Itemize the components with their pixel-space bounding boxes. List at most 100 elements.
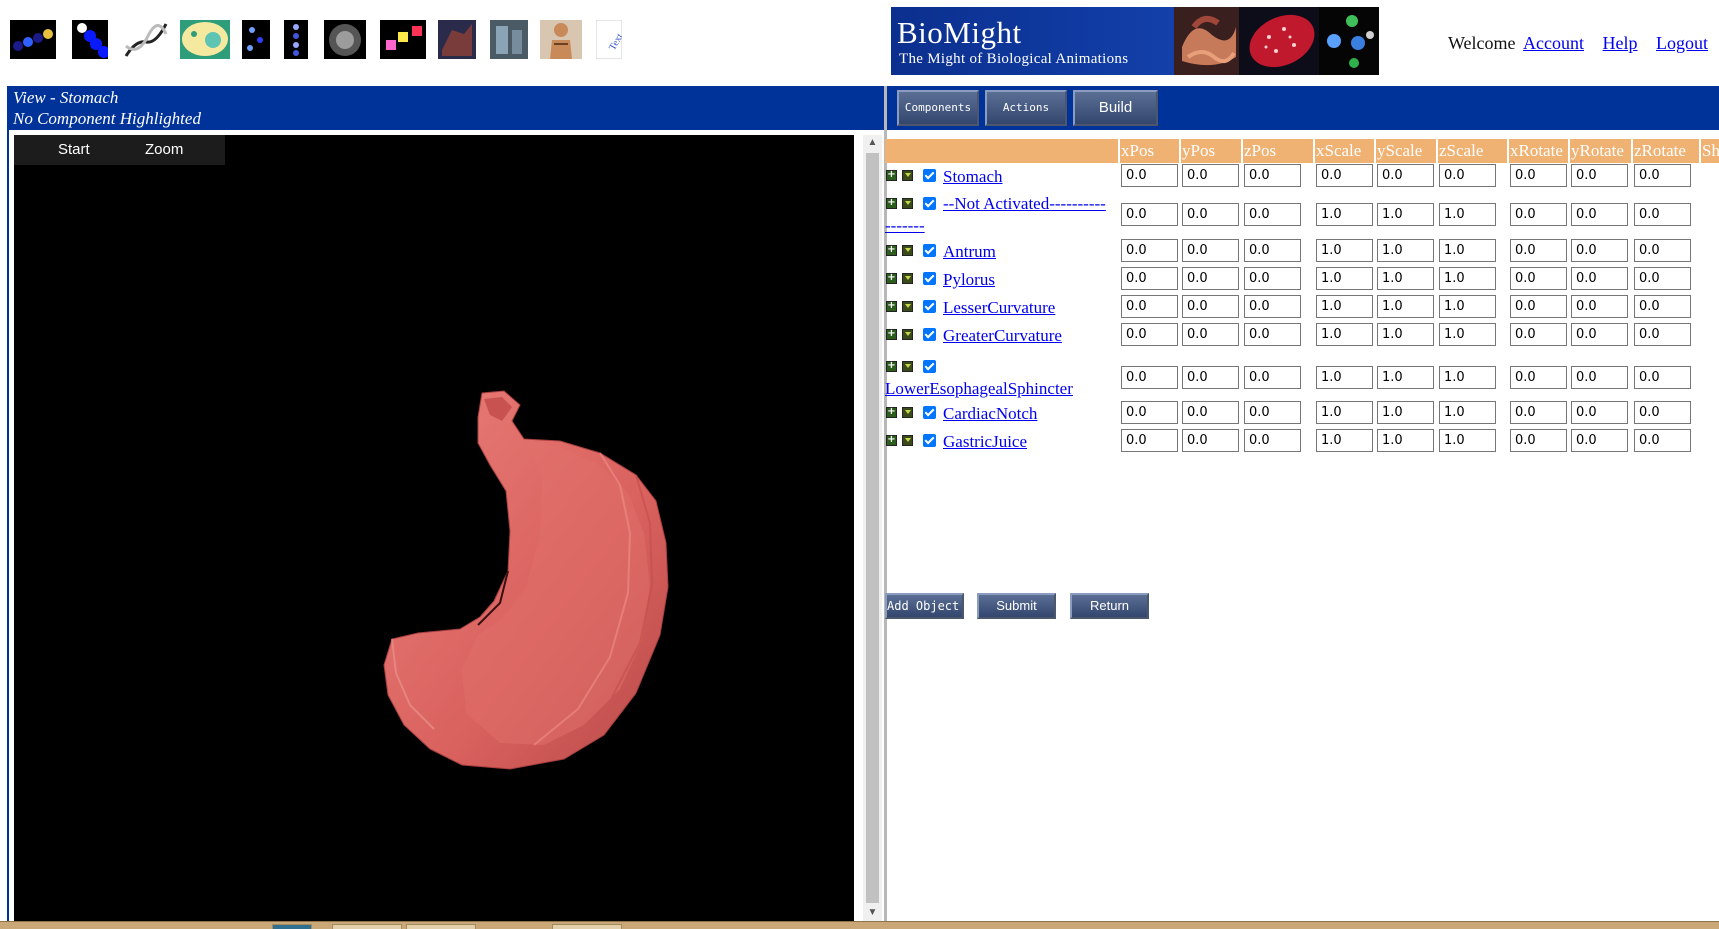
zoom-button[interactable]: Zoom — [145, 135, 183, 165]
value-input-zrotate[interactable]: 0.0 — [1634, 239, 1691, 262]
value-input-yscale[interactable]: 1.0 — [1377, 295, 1434, 318]
component-checkbox[interactable] — [923, 434, 936, 447]
value-input-zscale[interactable]: 1.0 — [1439, 366, 1496, 389]
start-button[interactable]: Start — [58, 135, 90, 165]
value-input-zpos[interactable]: 0.0 — [1244, 239, 1301, 262]
value-input-zpos[interactable]: 0.0 — [1244, 323, 1301, 346]
value-input-yrotate[interactable]: 0.0 — [1571, 429, 1628, 452]
component-checkbox[interactable] — [923, 406, 936, 419]
value-input-zrotate[interactable]: 0.0 — [1634, 203, 1691, 226]
value-input-xpos[interactable]: 0.0 — [1121, 203, 1178, 226]
value-input-yscale[interactable]: 0.0 — [1377, 164, 1434, 187]
scroll-down-arrow-icon[interactable]: ▼ — [863, 905, 882, 921]
value-input-zrotate[interactable]: 0.0 — [1634, 295, 1691, 318]
component-link-gastricjuice[interactable]: GastricJuice — [943, 431, 1027, 453]
component-link-stomach[interactable]: Stomach — [943, 166, 1003, 188]
value-input-yscale[interactable]: 1.0 — [1377, 401, 1434, 424]
component-link-lessercurvature[interactable]: LesserCurvature — [943, 297, 1055, 319]
components-button[interactable]: Components — [897, 90, 979, 126]
component-checkbox[interactable] — [923, 169, 936, 182]
value-input-zrotate[interactable]: 0.0 — [1634, 429, 1691, 452]
value-input-zrotate[interactable]: 0.0 — [1634, 164, 1691, 187]
value-input-xrotate[interactable]: 0.0 — [1510, 295, 1567, 318]
expand-plus-icon[interactable]: + — [886, 273, 897, 284]
select-arrow-icon[interactable] — [902, 170, 913, 181]
particles-icon[interactable] — [242, 20, 270, 59]
value-input-zrotate[interactable]: 0.0 — [1634, 323, 1691, 346]
value-input-zscale[interactable]: 1.0 — [1439, 239, 1496, 262]
build-button[interactable]: Build — [1073, 90, 1158, 126]
value-input-ypos[interactable]: 0.0 — [1182, 401, 1239, 424]
select-arrow-icon[interactable] — [902, 245, 913, 256]
component-checkbox[interactable] — [923, 300, 936, 313]
value-input-zscale[interactable]: 1.0 — [1439, 267, 1496, 290]
value-input-zpos[interactable]: 0.0 — [1244, 267, 1301, 290]
value-input-xpos[interactable]: 0.0 — [1121, 295, 1178, 318]
component-link-greatercurvature[interactable]: GreaterCurvature — [943, 325, 1062, 347]
sphere-icon[interactable] — [324, 20, 366, 59]
value-input-zscale[interactable]: 1.0 — [1439, 401, 1496, 424]
value-input-xrotate[interactable]: 0.0 — [1510, 267, 1567, 290]
add-object-button[interactable]: Add Object — [885, 593, 964, 619]
value-input-xpos[interactable]: 0.0 — [1121, 239, 1178, 262]
colored-blocks-icon[interactable] — [380, 20, 426, 59]
viewer-scrollbar[interactable]: ▲ ▼ — [863, 135, 882, 921]
human-body-icon[interactable] — [540, 20, 582, 59]
component-checkbox[interactable] — [923, 360, 936, 373]
value-input-zscale[interactable]: 0.0 — [1439, 164, 1496, 187]
dna-helix-icon[interactable] — [122, 20, 168, 59]
value-input-ypos[interactable]: 0.0 — [1182, 267, 1239, 290]
value-input-zrotate[interactable]: 0.0 — [1634, 267, 1691, 290]
value-input-xscale[interactable]: 1.0 — [1316, 323, 1373, 346]
value-input-zscale[interactable]: 1.0 — [1439, 323, 1496, 346]
taskbar-item[interactable] — [552, 924, 622, 929]
value-input-xpos[interactable]: 0.0 — [1121, 401, 1178, 424]
text-icon[interactable]: Text — [596, 20, 622, 59]
component-checkbox[interactable] — [923, 272, 936, 285]
value-input-xrotate[interactable]: 0.0 — [1510, 323, 1567, 346]
value-input-xscale[interactable]: 1.0 — [1316, 239, 1373, 262]
select-arrow-icon[interactable] — [902, 435, 913, 446]
taskbar-item[interactable] — [332, 924, 402, 929]
value-input-ypos[interactable]: 0.0 — [1182, 429, 1239, 452]
value-input-zpos[interactable]: 0.0 — [1244, 203, 1301, 226]
value-input-ypos[interactable]: 0.0 — [1182, 164, 1239, 187]
expand-plus-icon[interactable]: + — [886, 245, 897, 256]
select-arrow-icon[interactable] — [902, 273, 913, 284]
dots-column-icon[interactable] — [284, 20, 308, 59]
value-input-xscale[interactable]: 1.0 — [1316, 295, 1373, 318]
value-input-xscale[interactable]: 1.0 — [1316, 401, 1373, 424]
component-link-not-activated-cont[interactable]: ------- — [885, 215, 925, 237]
value-input-yscale[interactable]: 1.0 — [1377, 203, 1434, 226]
component-link-loweresophagealsphincter[interactable]: LowerEsophagealSphincter — [885, 378, 1073, 400]
value-input-zpos[interactable]: 0.0 — [1244, 295, 1301, 318]
component-link-pylorus[interactable]: Pylorus — [943, 269, 995, 291]
expand-plus-icon[interactable]: + — [886, 407, 897, 418]
value-input-yscale[interactable]: 1.0 — [1377, 267, 1434, 290]
molecule-chain-icon[interactable] — [10, 20, 56, 59]
value-input-zpos[interactable]: 0.0 — [1244, 164, 1301, 187]
value-input-xrotate[interactable]: 0.0 — [1510, 429, 1567, 452]
value-input-yrotate[interactable]: 0.0 — [1571, 267, 1628, 290]
expand-plus-icon[interactable]: + — [886, 170, 897, 181]
value-input-xrotate[interactable]: 0.0 — [1510, 366, 1567, 389]
value-input-zscale[interactable]: 1.0 — [1439, 429, 1496, 452]
component-link-not-activated[interactable]: --Not Activated---------- — [943, 193, 1106, 215]
value-input-xscale[interactable]: 0.0 — [1316, 164, 1373, 187]
submit-button[interactable]: Submit — [977, 593, 1056, 619]
value-input-yrotate[interactable]: 0.0 — [1571, 239, 1628, 262]
select-arrow-icon[interactable] — [902, 301, 913, 312]
value-input-yscale[interactable]: 1.0 — [1377, 429, 1434, 452]
value-input-xpos[interactable]: 0.0 — [1121, 164, 1178, 187]
expand-plus-icon[interactable]: + — [886, 329, 897, 340]
stomach-3d-model[interactable] — [374, 373, 714, 813]
select-arrow-icon[interactable] — [902, 329, 913, 340]
value-input-xscale[interactable]: 1.0 — [1316, 267, 1373, 290]
value-input-xrotate[interactable]: 0.0 — [1510, 239, 1567, 262]
value-input-yrotate[interactable]: 0.0 — [1571, 164, 1628, 187]
value-input-yscale[interactable]: 1.0 — [1377, 323, 1434, 346]
component-checkbox[interactable] — [923, 244, 936, 257]
value-input-xrotate[interactable]: 0.0 — [1510, 203, 1567, 226]
value-input-yrotate[interactable]: 0.0 — [1571, 323, 1628, 346]
3d-viewer[interactable]: Start Zoom — [14, 135, 854, 921]
